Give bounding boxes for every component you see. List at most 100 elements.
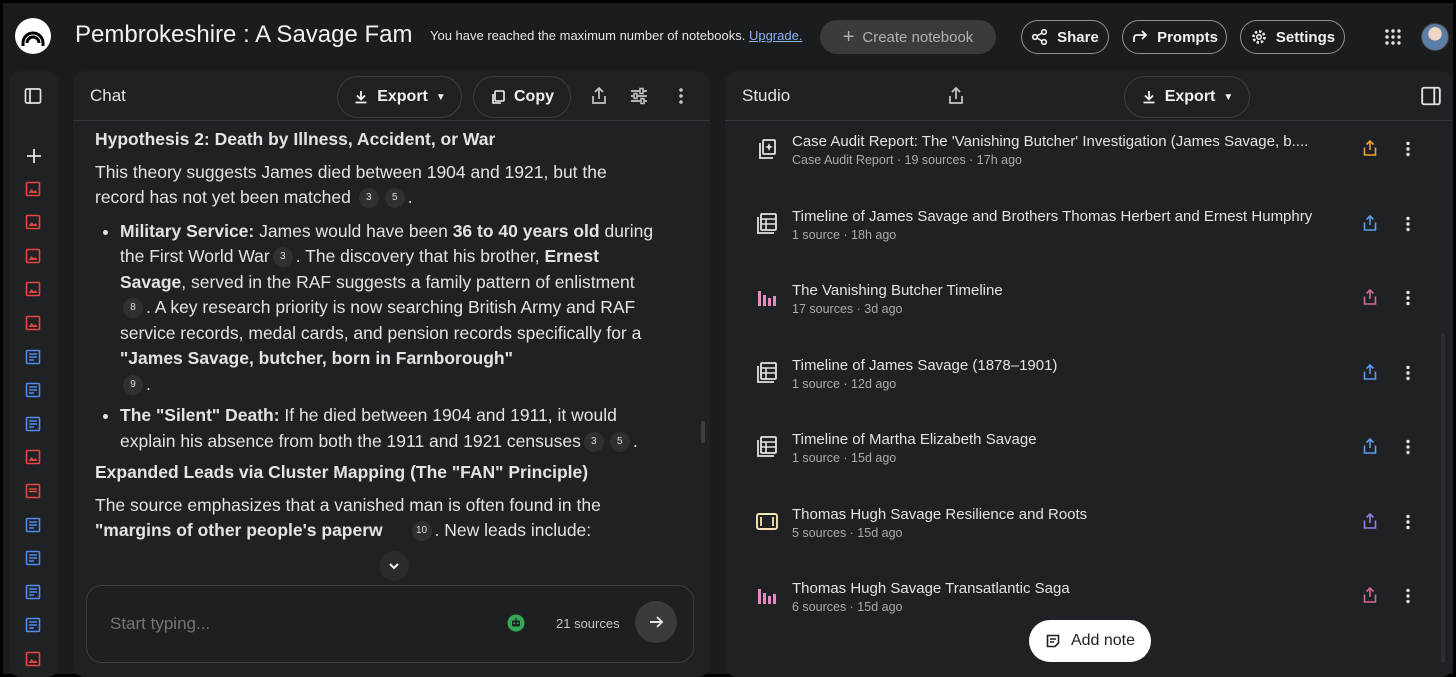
doc-source-icon[interactable] — [25, 382, 43, 400]
doc-source-icon-glyph — [25, 382, 41, 398]
note-meta: 1 source · 15d ago — [792, 451, 897, 465]
more-vert-icon[interactable] — [1399, 140, 1417, 158]
notebooklm-logo-icon[interactable] — [15, 18, 51, 54]
citation-chip[interactable]: 9 — [123, 374, 143, 395]
note-title: Timeline of Martha Elizabeth Savage — [792, 431, 1037, 448]
prompts-label: Prompts — [1157, 28, 1218, 46]
doc-source-icon[interactable] — [25, 550, 43, 568]
note-share-icon[interactable] — [1361, 288, 1381, 308]
hypothesis-paragraph: This theory suggests James died between … — [95, 161, 607, 209]
doc-source-icon[interactable] — [25, 416, 43, 434]
note-share-icon[interactable] — [1361, 214, 1381, 234]
share-upload-icon[interactable] — [945, 85, 967, 107]
sidebar-toggle-icon[interactable] — [24, 87, 42, 105]
doc-source-icon-glyph — [25, 618, 41, 633]
bullet-label: The "Silent" Death: — [120, 405, 280, 425]
account-avatar[interactable] — [1421, 23, 1449, 51]
list-item: Military Service: James would have been … — [120, 219, 655, 398]
citation-chip[interactable]: 10 — [411, 521, 432, 542]
studio-panel: Studio Export ▼ Case Audit Report: The '… — [725, 71, 1453, 677]
download-icon — [355, 91, 367, 104]
note-share-icon[interactable] — [1361, 512, 1381, 532]
notice-text: You have reached the maximum number of n… — [430, 28, 746, 43]
studio-note-item[interactable]: Timeline of James Savage (1878–1901) 1 so… — [725, 347, 1453, 407]
upgrade-link[interactable]: Upgrade. — [749, 28, 802, 43]
studio-note-item[interactable]: The Vanishing Butcher Timeline 17 sources… — [725, 272, 1453, 332]
send-button[interactable] — [635, 601, 677, 643]
apps-grid-icon[interactable] — [1385, 29, 1401, 45]
notebook-title[interactable]: Pembrokeshire : A Savage Family — [75, 21, 411, 53]
tune-icon[interactable] — [628, 85, 650, 107]
studio-title: Studio — [742, 86, 791, 105]
image-source-icon[interactable] — [25, 214, 43, 232]
copy-button[interactable]: Copy — [473, 76, 571, 118]
doc-source-icon[interactable] — [25, 517, 43, 535]
studio-note-item[interactable]: Timeline of Martha Elizabeth Savage 1 sou… — [725, 421, 1453, 481]
image-source-icon[interactable] — [25, 315, 43, 333]
note-title: Timeline of James Savage and Brothers Th… — [792, 207, 1313, 225]
chat-export-button[interactable]: Export ▼ — [337, 76, 462, 118]
add-note-button[interactable]: Add note — [1029, 620, 1151, 662]
chat-header: Chat Export ▼ Copy — [73, 71, 710, 121]
bullet-text: James would have been — [254, 220, 453, 241]
note-title: Thomas Hugh Savage Transatlantic Saga — [792, 580, 1070, 597]
more-vert-icon[interactable] — [1399, 289, 1417, 307]
more-vert-icon[interactable] — [670, 85, 692, 107]
citation-chip[interactable]: 8 — [123, 298, 143, 319]
citation-chip[interactable]: 3 — [358, 188, 379, 209]
note-title: Thomas Hugh Savage Resilience and Roots — [792, 505, 1088, 523]
note-share-icon[interactable] — [1361, 363, 1381, 383]
more-vert-icon[interactable] — [1399, 438, 1417, 456]
studio-note-item[interactable]: Case Audit Report: The 'Vanishing Butche… — [725, 123, 1453, 183]
panel-collapse-icon[interactable] — [1420, 85, 1442, 107]
citation-chip[interactable]: 3 — [583, 431, 604, 452]
prompts-button[interactable]: Prompts — [1122, 20, 1227, 54]
note-share-icon[interactable] — [1361, 586, 1381, 606]
citation-chip[interactable]: 5 — [609, 431, 630, 452]
chat-scrollbar[interactable] — [701, 421, 705, 443]
doc-source-icon[interactable] — [25, 617, 43, 635]
doc-source-icon[interactable] — [25, 349, 43, 367]
studio-scrollbar[interactable] — [1441, 333, 1445, 663]
share-button[interactable]: Share — [1021, 20, 1109, 54]
note-title: The Vanishing Butcher Timeline — [792, 282, 1003, 299]
scroll-down-button[interactable] — [379, 551, 409, 581]
studio-header: Studio Export ▼ — [725, 71, 1453, 121]
plus-icon: + — [842, 26, 855, 48]
note-share-icon[interactable] — [1361, 437, 1381, 457]
chat-input[interactable] — [110, 612, 490, 636]
image-source-icon[interactable] — [25, 181, 43, 199]
studio-note-item[interactable]: Timeline of James Savage and Brothers Th… — [725, 198, 1453, 258]
note-share-icon[interactable] — [1361, 139, 1381, 159]
note-meta: Case Audit Report · 19 sources · 17h ago — [792, 153, 1022, 167]
paragraph-text: This theory suggests James died between … — [95, 161, 607, 208]
more-vert-icon[interactable] — [1399, 513, 1417, 531]
image-source-icon[interactable] — [25, 248, 43, 266]
citation-chip[interactable]: 3 — [272, 247, 293, 268]
citation-chip[interactable]: 5 — [384, 188, 405, 209]
image-source-icon[interactable] — [25, 651, 43, 669]
chat-panel: Chat Export ▼ Copy Hypothesis 2: Death b… — [73, 71, 710, 677]
image-source-icon[interactable] — [25, 449, 43, 467]
section-heading: Expanded Leads via Cluster Mapping (The … — [95, 462, 589, 482]
studio-note-item[interactable]: Thomas Hugh Savage Resilience and Roots 5… — [725, 496, 1453, 556]
note-meta: 1 source · 18h ago — [792, 227, 897, 242]
note-meta: 1 source · 12d ago — [792, 376, 897, 391]
chat-export-label: Export — [377, 88, 428, 105]
settings-button[interactable]: Settings — [1240, 20, 1345, 54]
doc-source-icon-glyph — [25, 517, 41, 532]
plus-icon[interactable] — [25, 147, 43, 165]
robot-icon — [507, 614, 525, 632]
more-vert-icon[interactable] — [1399, 215, 1417, 233]
doc-source-icon-glyph — [25, 349, 41, 364]
share-upload-icon[interactable] — [588, 85, 610, 107]
image-source-icon-glyph — [25, 214, 41, 230]
sources-count: 21 sources — [556, 616, 620, 631]
image-source-icon[interactable] — [25, 281, 43, 299]
studio-export-button[interactable]: Export ▼ — [1124, 76, 1250, 118]
doc-source-icon[interactable] — [25, 584, 43, 602]
pdf-source-icon[interactable] — [25, 483, 43, 501]
create-notebook-button[interactable]: + Create notebook — [820, 20, 996, 54]
more-vert-icon[interactable] — [1399, 364, 1417, 382]
more-vert-icon[interactable] — [1399, 587, 1417, 605]
